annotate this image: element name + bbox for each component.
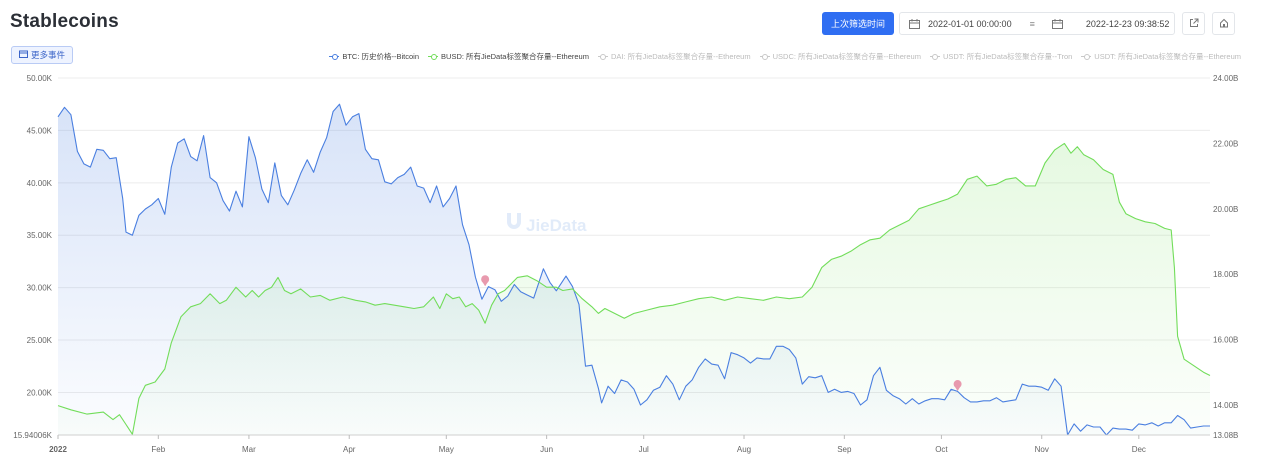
watermark-text: JieData xyxy=(526,216,587,235)
x-tick-label: Dec xyxy=(1132,445,1146,454)
y-right-tick-label: 16.00B xyxy=(1213,336,1238,345)
x-tick-label: 2022 xyxy=(49,445,67,454)
x-tick-label: Nov xyxy=(1035,445,1049,454)
y-left-tick-label: 20.00K xyxy=(27,388,53,397)
x-tick-label: Jul xyxy=(639,445,649,454)
x-tick-label: Mar xyxy=(242,445,256,454)
x-tick-label: May xyxy=(439,445,454,454)
y-right-tick-label: 14.00B xyxy=(1213,401,1238,410)
y-left-tick-label: 15.94006K xyxy=(13,431,52,440)
x-tick-label: Apr xyxy=(343,445,356,454)
y-right-tick-label: 13.08B xyxy=(1213,431,1238,440)
x-tick-label: Jun xyxy=(540,445,553,454)
y-right-tick-label: 22.00B xyxy=(1213,139,1238,148)
y-left-tick-label: 30.00K xyxy=(27,284,53,293)
y-right-tick-label: 20.00B xyxy=(1213,205,1238,214)
y-right-tick-label: 18.00B xyxy=(1213,270,1238,279)
y-left-tick-label: 40.00K xyxy=(27,179,53,188)
x-tick-label: Sep xyxy=(837,445,852,454)
x-tick-label: Oct xyxy=(935,445,948,454)
x-tick-label: Aug xyxy=(737,445,751,454)
chart-canvas: JieData 15.94006K 20.00K 25.00K 30.00K 35.00… xyxy=(13,74,1238,454)
y-right-tick-label: 24.00B xyxy=(1213,74,1238,83)
jiedata-logo-icon xyxy=(507,213,521,229)
y-left-tick-label: 50.00K xyxy=(27,74,53,83)
watermark: JieData xyxy=(507,213,587,235)
event-marker-icon[interactable] xyxy=(481,275,490,287)
x-tick-label: Feb xyxy=(151,445,165,454)
y-left-tick-label: 35.00K xyxy=(27,231,53,240)
y-left-tick-label: 45.00K xyxy=(27,126,53,135)
y-left-tick-label: 25.00K xyxy=(27,336,53,345)
